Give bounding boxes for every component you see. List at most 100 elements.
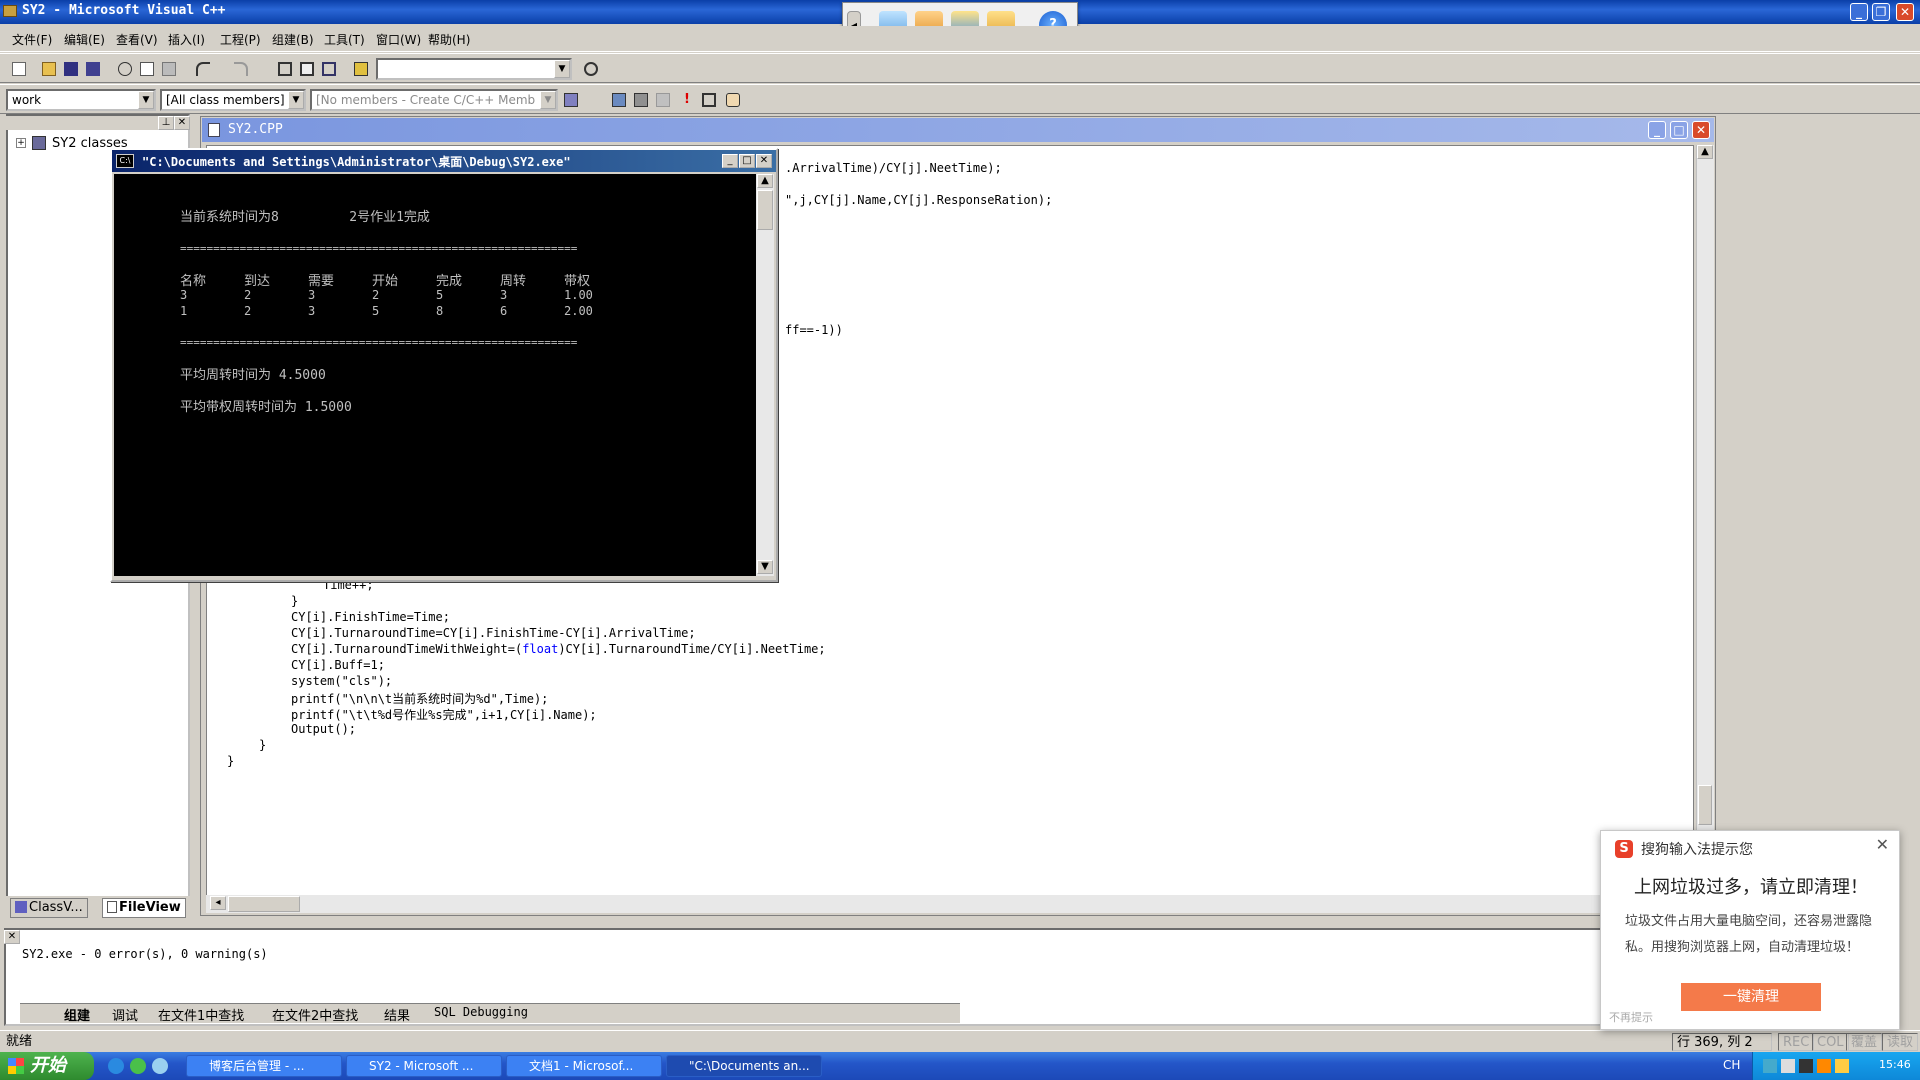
chevron-down-icon[interactable]: ▼: [554, 60, 570, 78]
desktop-icon[interactable]: [152, 1058, 168, 1074]
tab-debug[interactable]: 调试: [112, 1005, 138, 1024]
workspace-combo[interactable]: work ▼: [6, 89, 156, 111]
task-word-label: 文档1 - Microsof...: [529, 1059, 634, 1073]
workspace-grip[interactable]: ⊥ ✕: [6, 116, 190, 130]
copy-icon[interactable]: [138, 60, 156, 78]
find-combo[interactable]: ▼: [376, 58, 572, 80]
scroll-thumb[interactable]: [1698, 785, 1712, 825]
breakpoint-hand-icon[interactable]: [724, 91, 742, 109]
menu-window[interactable]: 窗口(W): [376, 31, 421, 48]
build-icon[interactable]: [632, 91, 650, 109]
tab-fileview[interactable]: FileView: [102, 898, 186, 918]
popup-body: 垃圾文件占用大量电脑空间，还容易泄露隐私。用搜狗浏览器上网，自动清理垃圾！: [1625, 914, 1873, 955]
editor-minimize-button[interactable]: _: [1648, 121, 1666, 139]
scroll-up-icon[interactable]: ▲: [757, 174, 773, 188]
save-all-icon[interactable]: [84, 60, 102, 78]
menu-help[interactable]: 帮助(H): [428, 31, 470, 48]
compile-icon[interactable]: [610, 91, 628, 109]
chevron-down-icon[interactable]: ▼: [540, 91, 556, 109]
tab-results[interactable]: 结果: [384, 1005, 410, 1024]
task-console[interactable]: "C:\Documents an...: [666, 1055, 822, 1077]
scroll-thumb[interactable]: [757, 190, 773, 230]
tab-classview[interactable]: ClassV...: [10, 898, 88, 918]
tab-build[interactable]: 组建: [64, 1005, 90, 1024]
editor-close-button[interactable]: ✕: [1692, 121, 1710, 139]
task-blog[interactable]: 博客后台管理 - ...: [186, 1055, 342, 1077]
editor-vertical-scrollbar[interactable]: ▲: [1696, 145, 1714, 897]
chevron-down-icon[interactable]: ▼: [288, 91, 304, 109]
minimize-button[interactable]: _: [1850, 3, 1868, 21]
close-icon[interactable]: ✕: [1876, 835, 1889, 854]
windows-icon[interactable]: [320, 60, 338, 78]
new-file-icon[interactable]: [10, 60, 28, 78]
class-combo[interactable]: [All class members] ▼: [160, 89, 306, 111]
tray-app-icon[interactable]: [1835, 1059, 1849, 1073]
wizard-toolbar: work ▼ [All class members] ▼ [No members…: [0, 84, 1920, 114]
scroll-thumb[interactable]: [228, 896, 300, 912]
output-close-icon[interactable]: ✕: [4, 930, 20, 944]
task-vc[interactable]: SY2 - Microsoft ...: [346, 1055, 502, 1077]
table-cell: 5: [372, 304, 380, 318]
console-title-bar[interactable]: C:\ "C:\Documents and Settings\Administr…: [112, 150, 776, 172]
console-minimize-button[interactable]: _: [722, 154, 738, 168]
output-tabs: 组建 调试 在文件1中查找 在文件2中查找 结果 SQL Debugging: [20, 1003, 960, 1024]
find-in-files-icon[interactable]: [352, 60, 370, 78]
tray-volume-icon[interactable]: [1781, 1059, 1795, 1073]
tray-sogou-icon[interactable]: [1817, 1059, 1831, 1073]
browser-icon[interactable]: [130, 1058, 146, 1074]
tab-find2[interactable]: 在文件2中查找: [272, 1005, 358, 1024]
scroll-up-icon[interactable]: ▲: [1697, 145, 1713, 159]
dont-show-link[interactable]: 不再提示: [1609, 1009, 1653, 1025]
menu-tools[interactable]: 工具(T): [324, 31, 365, 48]
ie-icon[interactable]: [108, 1058, 124, 1074]
members-combo[interactable]: [No members - Create C/C++ Memb ▼: [310, 89, 558, 111]
console-output[interactable]: 当前系统时间为8 2号作业1完成 =======================…: [114, 174, 756, 576]
code-line: CY[i].Buff=1;: [291, 658, 385, 672]
start-button[interactable]: 开始: [0, 1052, 94, 1080]
menu-file[interactable]: 文件(F): [12, 31, 52, 48]
go-icon[interactable]: [700, 91, 718, 109]
task-word[interactable]: 文档1 - Microsof...: [506, 1055, 662, 1077]
tray-network-icon[interactable]: [1763, 1059, 1777, 1073]
output-icon[interactable]: [298, 60, 316, 78]
keyword-float: float: [522, 642, 559, 656]
undo-icon[interactable]: [194, 60, 212, 78]
menu-build[interactable]: 组建(B): [272, 31, 314, 48]
open-icon[interactable]: [40, 60, 58, 78]
chevron-down-icon[interactable]: ▼: [138, 91, 154, 109]
workspace-icon[interactable]: [276, 60, 294, 78]
redo-icon[interactable]: [232, 60, 250, 78]
cut-icon[interactable]: [116, 60, 134, 78]
menu-project[interactable]: 工程(P): [220, 31, 261, 48]
scroll-down-icon[interactable]: ▼: [757, 560, 773, 574]
save-icon[interactable]: [62, 60, 80, 78]
tab-classview-label: ClassV...: [29, 900, 83, 915]
console-close-button[interactable]: ✕: [756, 154, 772, 168]
menu-edit[interactable]: 编辑(E): [64, 31, 105, 48]
menu-insert[interactable]: 插入(I): [168, 31, 205, 48]
close-icon[interactable]: ✕: [174, 116, 190, 130]
tab-sql-debugging[interactable]: SQL Debugging: [434, 1005, 528, 1019]
scroll-left-icon[interactable]: ◂: [210, 896, 226, 910]
close-button[interactable]: ✕: [1896, 3, 1914, 21]
menu-view[interactable]: 查看(V): [116, 31, 158, 48]
tab-find1[interactable]: 在文件1中查找: [158, 1005, 244, 1024]
editor-horizontal-scrollbar[interactable]: ◂: [206, 895, 1694, 913]
expand-icon[interactable]: +: [16, 138, 26, 148]
app-icon[interactable]: [3, 5, 17, 17]
editor-title-bar[interactable]: SY2.CPP _ □ ✕: [202, 118, 1714, 142]
clean-button[interactable]: 一键清理: [1681, 983, 1821, 1011]
paste-icon[interactable]: [160, 60, 178, 78]
stop-build-icon[interactable]: [654, 91, 672, 109]
input-language[interactable]: CH: [1723, 1058, 1740, 1072]
windows-logo-icon: [8, 1058, 24, 1074]
find-icon[interactable]: [582, 60, 600, 78]
editor-maximize-button[interactable]: □: [1670, 121, 1688, 139]
console-scrollbar[interactable]: ▲ ▼: [756, 174, 774, 576]
tray-monitor-icon[interactable]: [1799, 1059, 1813, 1073]
wizard-action-icon[interactable]: [562, 91, 580, 109]
console-maximize-button[interactable]: □: [739, 154, 755, 168]
execute-icon[interactable]: !: [678, 91, 696, 109]
pin-icon[interactable]: ⊥: [158, 116, 174, 130]
restore-button[interactable]: ❐: [1872, 3, 1890, 21]
